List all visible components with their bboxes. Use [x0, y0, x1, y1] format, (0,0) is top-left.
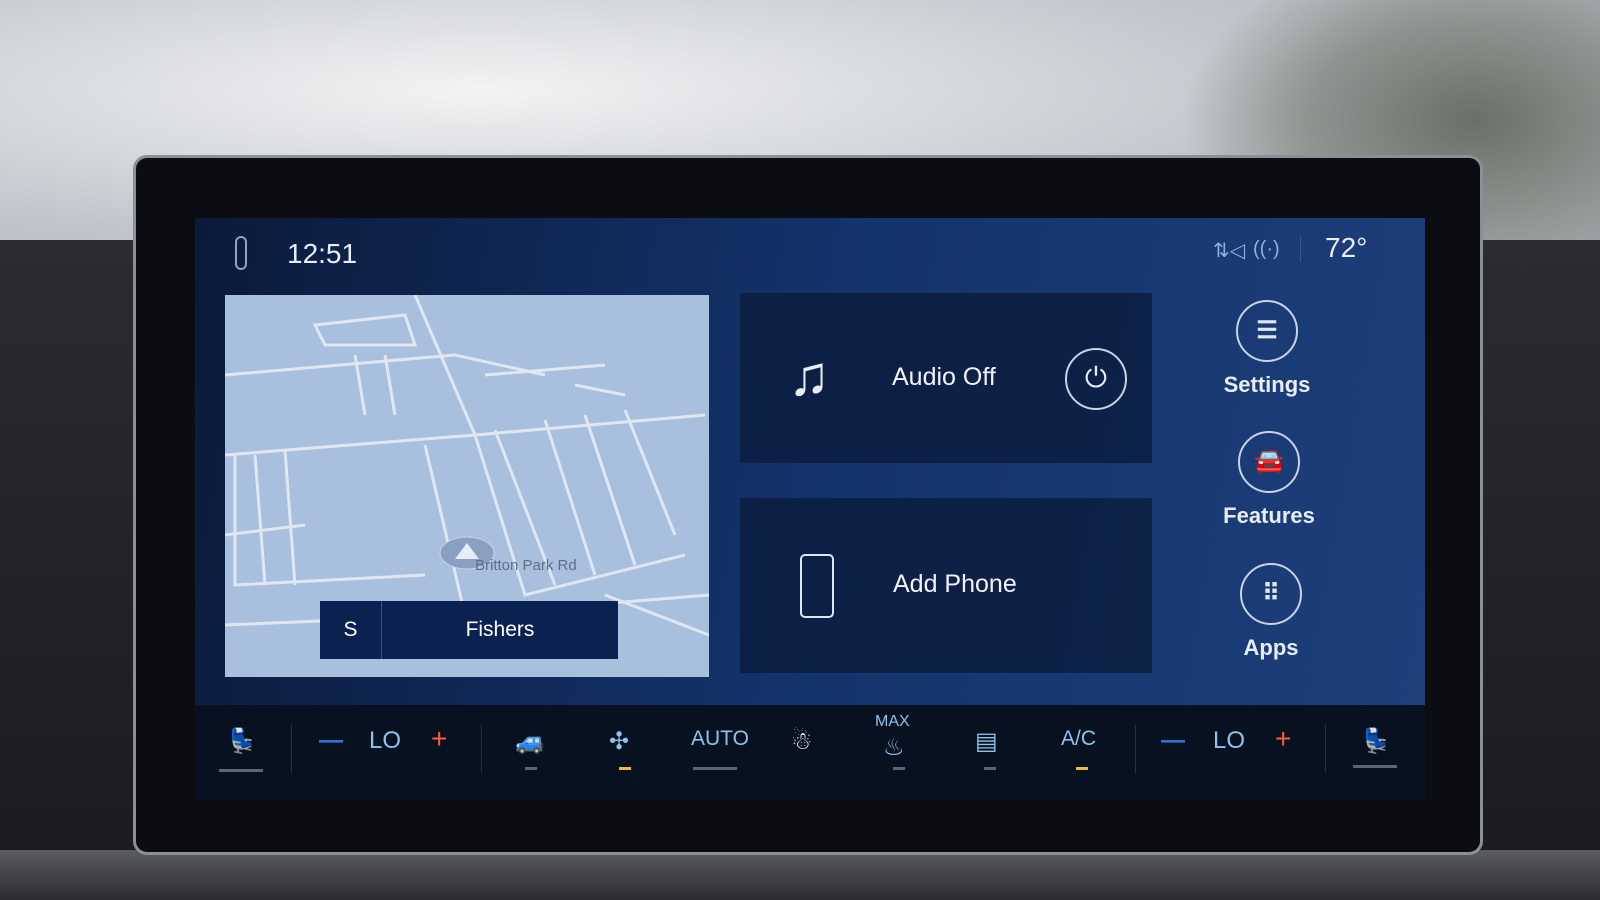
car-icon: 🚘 — [1238, 431, 1300, 493]
driver-temp-down-button[interactable]: — — [319, 727, 343, 755]
fan-indicator — [619, 767, 631, 770]
passenger-temp: LO — [1213, 727, 1246, 754]
lincoln-logo-icon — [235, 236, 247, 270]
driver-seat-heat-icon[interactable]: 💺 — [227, 727, 257, 756]
divider — [481, 725, 482, 773]
apps-button[interactable]: ⠿ Apps — [1211, 563, 1331, 661]
divider — [291, 725, 292, 773]
features-button[interactable]: 🚘 Features — [1209, 431, 1329, 529]
settings-button[interactable]: ☰ Settings — [1207, 300, 1327, 398]
max-defrost-label: MAX — [875, 713, 910, 730]
add-phone-label: Add Phone — [893, 570, 1017, 598]
signal-arrows-icon: ⇅◁ — [1213, 240, 1246, 262]
driver-temp: LO — [369, 727, 402, 754]
fan-icon[interactable]: ✣ — [609, 727, 629, 756]
map-view[interactable]: Britton Park Rd S Fishers — [225, 295, 709, 677]
phone-icon — [800, 554, 834, 618]
passenger-temp-up-button[interactable]: + — [1275, 723, 1291, 755]
recirc-indicator — [525, 767, 537, 770]
rear-defrost-indicator — [984, 767, 996, 770]
sliders-icon: ☰ — [1236, 300, 1298, 362]
audio-status: Audio Off — [892, 363, 996, 391]
auto-indicator — [693, 767, 737, 770]
driver-temp-up-button[interactable]: + — [431, 723, 447, 755]
current-city: Fishers — [465, 618, 535, 641]
apps-label: Apps — [1243, 635, 1299, 660]
recirculation-icon[interactable]: 🚙 — [515, 727, 545, 756]
dashboard-trim — [0, 850, 1600, 900]
divider — [1325, 725, 1326, 773]
infotainment-screen: 12:51 ⇅◁ ((·) 72° Britton Park Rd S Fish… — [195, 218, 1425, 705]
ac-button[interactable]: A/C — [1061, 727, 1096, 751]
grid-icon: ⠿ — [1240, 563, 1302, 625]
compass-direction: S — [320, 601, 382, 659]
nav-heading-box[interactable]: S Fishers — [320, 601, 618, 659]
music-note-icon: ♫ — [788, 344, 830, 407]
passenger-seat-level — [1353, 765, 1397, 768]
features-label: Features — [1223, 503, 1315, 528]
rear-defrost-icon[interactable]: ▤ — [975, 727, 998, 756]
passenger-seat-heat-icon[interactable]: 💺 — [1361, 727, 1391, 756]
status-divider — [1300, 236, 1301, 262]
climate-bar: 💺 — LO + 🚙 ✣ AUTO ☃ MAX ♨ ▤ A/C — LO + 💺 — [195, 705, 1425, 800]
auto-button[interactable]: AUTO — [691, 727, 749, 751]
wifi-info-icon[interactable]: ((·) — [1253, 238, 1280, 261]
settings-label: Settings — [1223, 372, 1311, 397]
ac-indicator — [1076, 767, 1088, 770]
max-defrost-indicator — [893, 767, 905, 770]
max-defrost-icon[interactable]: ♨ — [883, 733, 905, 762]
outside-temperature: 72° — [1325, 232, 1368, 263]
divider — [1135, 725, 1136, 773]
clock: 12:51 — [287, 238, 358, 269]
add-phone-card[interactable]: Add Phone — [740, 498, 1152, 673]
driver-seat-level — [219, 769, 263, 772]
power-icon[interactable]: ⏻ — [1065, 348, 1127, 410]
climate-mode-icon[interactable]: ☃ — [791, 727, 813, 756]
audio-card[interactable]: ♫ Audio Off ⏻ — [740, 293, 1152, 463]
street-label: Britton Park Rd — [475, 557, 577, 574]
passenger-temp-down-button[interactable]: — — [1161, 727, 1185, 755]
